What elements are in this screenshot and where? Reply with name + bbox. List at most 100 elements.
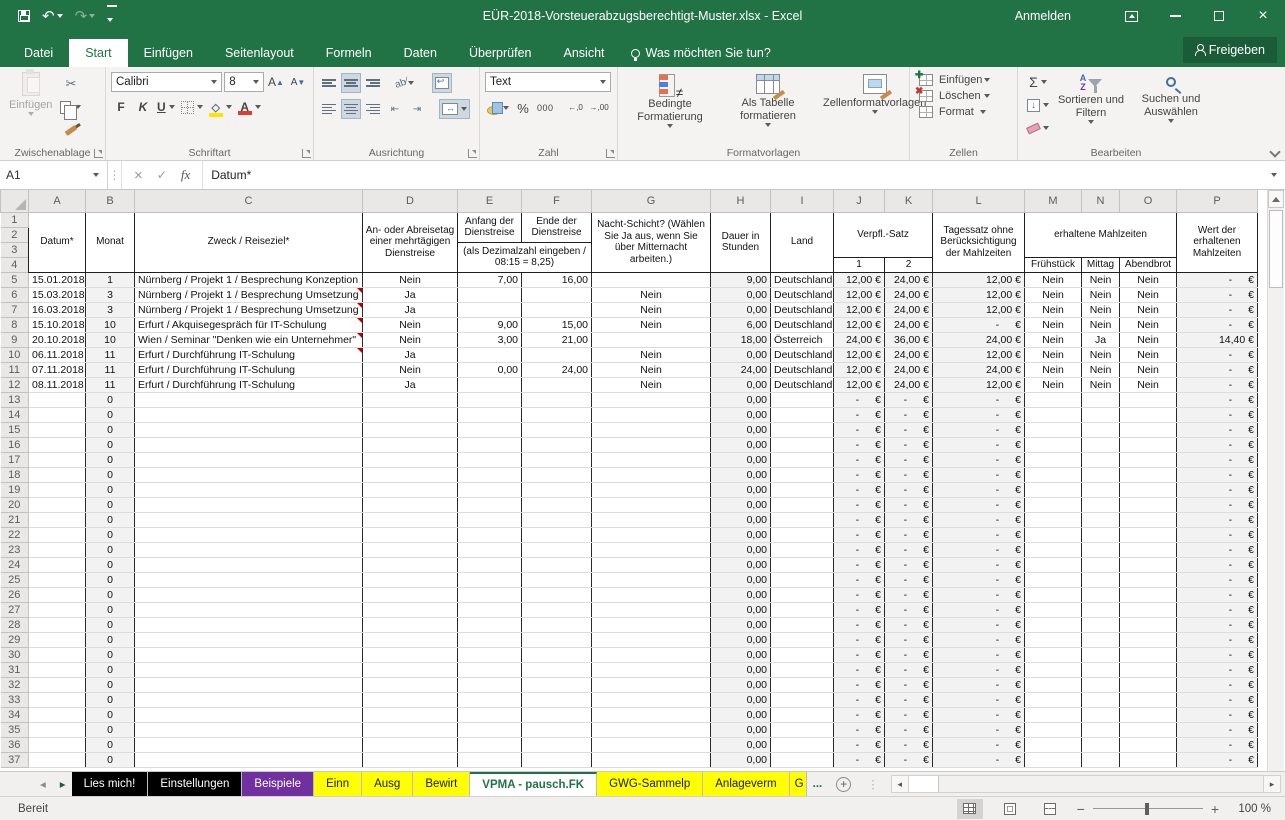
format-cells-button[interactable]: Format xyxy=(919,106,996,118)
sheet-tab-einstellungen[interactable]: Einstellungen xyxy=(148,772,242,796)
cell-A20[interactable] xyxy=(29,497,86,512)
row-header-34[interactable]: 34 xyxy=(1,707,29,722)
row-header-33[interactable]: 33 xyxy=(1,692,29,707)
align-top-button[interactable] xyxy=(319,73,339,93)
tab-einfuegen[interactable]: Einfügen xyxy=(128,39,209,67)
header-cell-n_sub[interactable]: Mittag xyxy=(1082,257,1120,272)
cell-J20[interactable]: -€ xyxy=(834,497,885,512)
cell-M10[interactable]: Nein xyxy=(1025,347,1082,362)
cell-N30[interactable] xyxy=(1082,647,1120,662)
cell-P14[interactable]: -€ xyxy=(1177,407,1258,422)
cell-D21[interactable] xyxy=(363,512,458,527)
cell-M21[interactable] xyxy=(1025,512,1082,527)
cell-B16[interactable]: 0 xyxy=(86,437,135,452)
cell-M29[interactable] xyxy=(1025,632,1082,647)
cell-N37[interactable] xyxy=(1082,752,1120,767)
cell-P15[interactable]: -€ xyxy=(1177,422,1258,437)
cell-O9[interactable]: Nein xyxy=(1120,332,1177,347)
cell-I36[interactable] xyxy=(771,737,834,752)
cell-A22[interactable] xyxy=(29,527,86,542)
cell-M11[interactable]: Nein xyxy=(1025,362,1082,377)
row-header-1[interactable]: 1 xyxy=(1,212,29,227)
cell-B6[interactable]: 3 xyxy=(86,287,135,302)
cell-C18[interactable] xyxy=(135,467,363,482)
cell-N25[interactable] xyxy=(1082,572,1120,587)
cell-A16[interactable] xyxy=(29,437,86,452)
cell-I13[interactable] xyxy=(771,392,834,407)
cell-E24[interactable] xyxy=(458,557,522,572)
scroll-right-button[interactable]: ▸ xyxy=(1263,776,1280,792)
cell-M20[interactable] xyxy=(1025,497,1082,512)
cell-P37[interactable]: -€ xyxy=(1177,752,1258,767)
cell-P22[interactable]: -€ xyxy=(1177,527,1258,542)
scroll-left-button[interactable]: ◂ xyxy=(892,776,909,792)
bold-button[interactable]: F xyxy=(111,97,131,117)
cell-G20[interactable] xyxy=(592,497,711,512)
new-sheet-button[interactable]: + xyxy=(836,772,851,796)
cell-N32[interactable] xyxy=(1082,677,1120,692)
cell-L11[interactable]: 24,00 € xyxy=(933,362,1025,377)
customize-qat-button[interactable] xyxy=(103,5,121,27)
format-as-table-button[interactable]: Als Tabelle formatieren xyxy=(719,72,817,144)
column-header-C[interactable]: C xyxy=(135,190,363,212)
save-button[interactable] xyxy=(14,5,34,27)
cell-N7[interactable]: Nein xyxy=(1082,302,1120,317)
cell-H26[interactable]: 0,00 xyxy=(711,587,771,602)
cell-N16[interactable] xyxy=(1082,437,1120,452)
cell-I8[interactable]: Deutschland xyxy=(771,317,834,332)
cell-G8[interactable]: Nein xyxy=(592,317,711,332)
cell-B28[interactable]: 0 xyxy=(86,617,135,632)
cell-A33[interactable] xyxy=(29,692,86,707)
cell-A19[interactable] xyxy=(29,482,86,497)
tab-start[interactable]: Start xyxy=(69,39,127,67)
cell-B33[interactable]: 0 xyxy=(86,692,135,707)
column-header-J[interactable]: J xyxy=(834,190,885,212)
header-cell-d[interactable]: An- oder Abreisetag einer mehrtägigen Di… xyxy=(363,212,458,272)
cell-F13[interactable] xyxy=(522,392,592,407)
cell-N22[interactable] xyxy=(1082,527,1120,542)
more-sheets-indicator[interactable]: ... xyxy=(807,772,829,796)
cell-L20[interactable]: -€ xyxy=(933,497,1025,512)
header-cell-b[interactable]: Monat xyxy=(86,212,135,272)
cell-K21[interactable]: -€ xyxy=(885,512,933,527)
vertical-scrollbar[interactable] xyxy=(1267,190,1284,771)
cell-H9[interactable]: 18,00 xyxy=(711,332,771,347)
cell-I30[interactable] xyxy=(771,647,834,662)
cell-I29[interactable] xyxy=(771,632,834,647)
cell-D29[interactable] xyxy=(363,632,458,647)
cell-K14[interactable]: -€ xyxy=(885,407,933,422)
cell-G37[interactable] xyxy=(592,752,711,767)
cell-J9[interactable]: 24,00 € xyxy=(834,332,885,347)
cell-M16[interactable] xyxy=(1025,437,1082,452)
cell-K12[interactable]: 24,00 € xyxy=(885,377,933,392)
cell-C27[interactable] xyxy=(135,602,363,617)
cell-C23[interactable] xyxy=(135,542,363,557)
cell-D31[interactable] xyxy=(363,662,458,677)
cell-D34[interactable] xyxy=(363,707,458,722)
fill-button[interactable]: ↓ xyxy=(1025,95,1051,115)
cell-C9[interactable]: Wien / Seminar "Denken wie ein Unternehm… xyxy=(135,332,363,347)
sheet-tab-anlageverm[interactable]: Anlageverm xyxy=(703,772,789,796)
sheet-tab-g[interactable]: G xyxy=(790,772,807,796)
cell-C28[interactable] xyxy=(135,617,363,632)
row-header-13[interactable]: 13 xyxy=(1,392,29,407)
cut-button[interactable]: ✂ xyxy=(58,74,83,94)
cell-L33[interactable]: -€ xyxy=(933,692,1025,707)
cell-A31[interactable] xyxy=(29,662,86,677)
cell-I10[interactable]: Deutschland xyxy=(771,347,834,362)
wrap-text-button[interactable] xyxy=(432,73,452,93)
cell-L5[interactable]: 12,00 € xyxy=(933,272,1025,287)
cell-F17[interactable] xyxy=(522,452,592,467)
cell-D12[interactable]: Ja xyxy=(363,377,458,392)
cell-A23[interactable] xyxy=(29,542,86,557)
cell-E36[interactable] xyxy=(458,737,522,752)
cell-H6[interactable]: 0,00 xyxy=(711,287,771,302)
decrease-indent-button[interactable]: ⇤ xyxy=(385,99,405,119)
cell-O11[interactable]: Nein xyxy=(1120,362,1177,377)
cell-H7[interactable]: 0,00 xyxy=(711,302,771,317)
cell-C37[interactable] xyxy=(135,752,363,767)
cell-F8[interactable]: 15,00 xyxy=(522,317,592,332)
sheet-tab-vpma-pausch-fk[interactable]: VPMA - pausch.FK xyxy=(470,772,597,796)
sheet-tab-bewirt[interactable]: Bewirt xyxy=(413,772,470,796)
cell-M24[interactable] xyxy=(1025,557,1082,572)
